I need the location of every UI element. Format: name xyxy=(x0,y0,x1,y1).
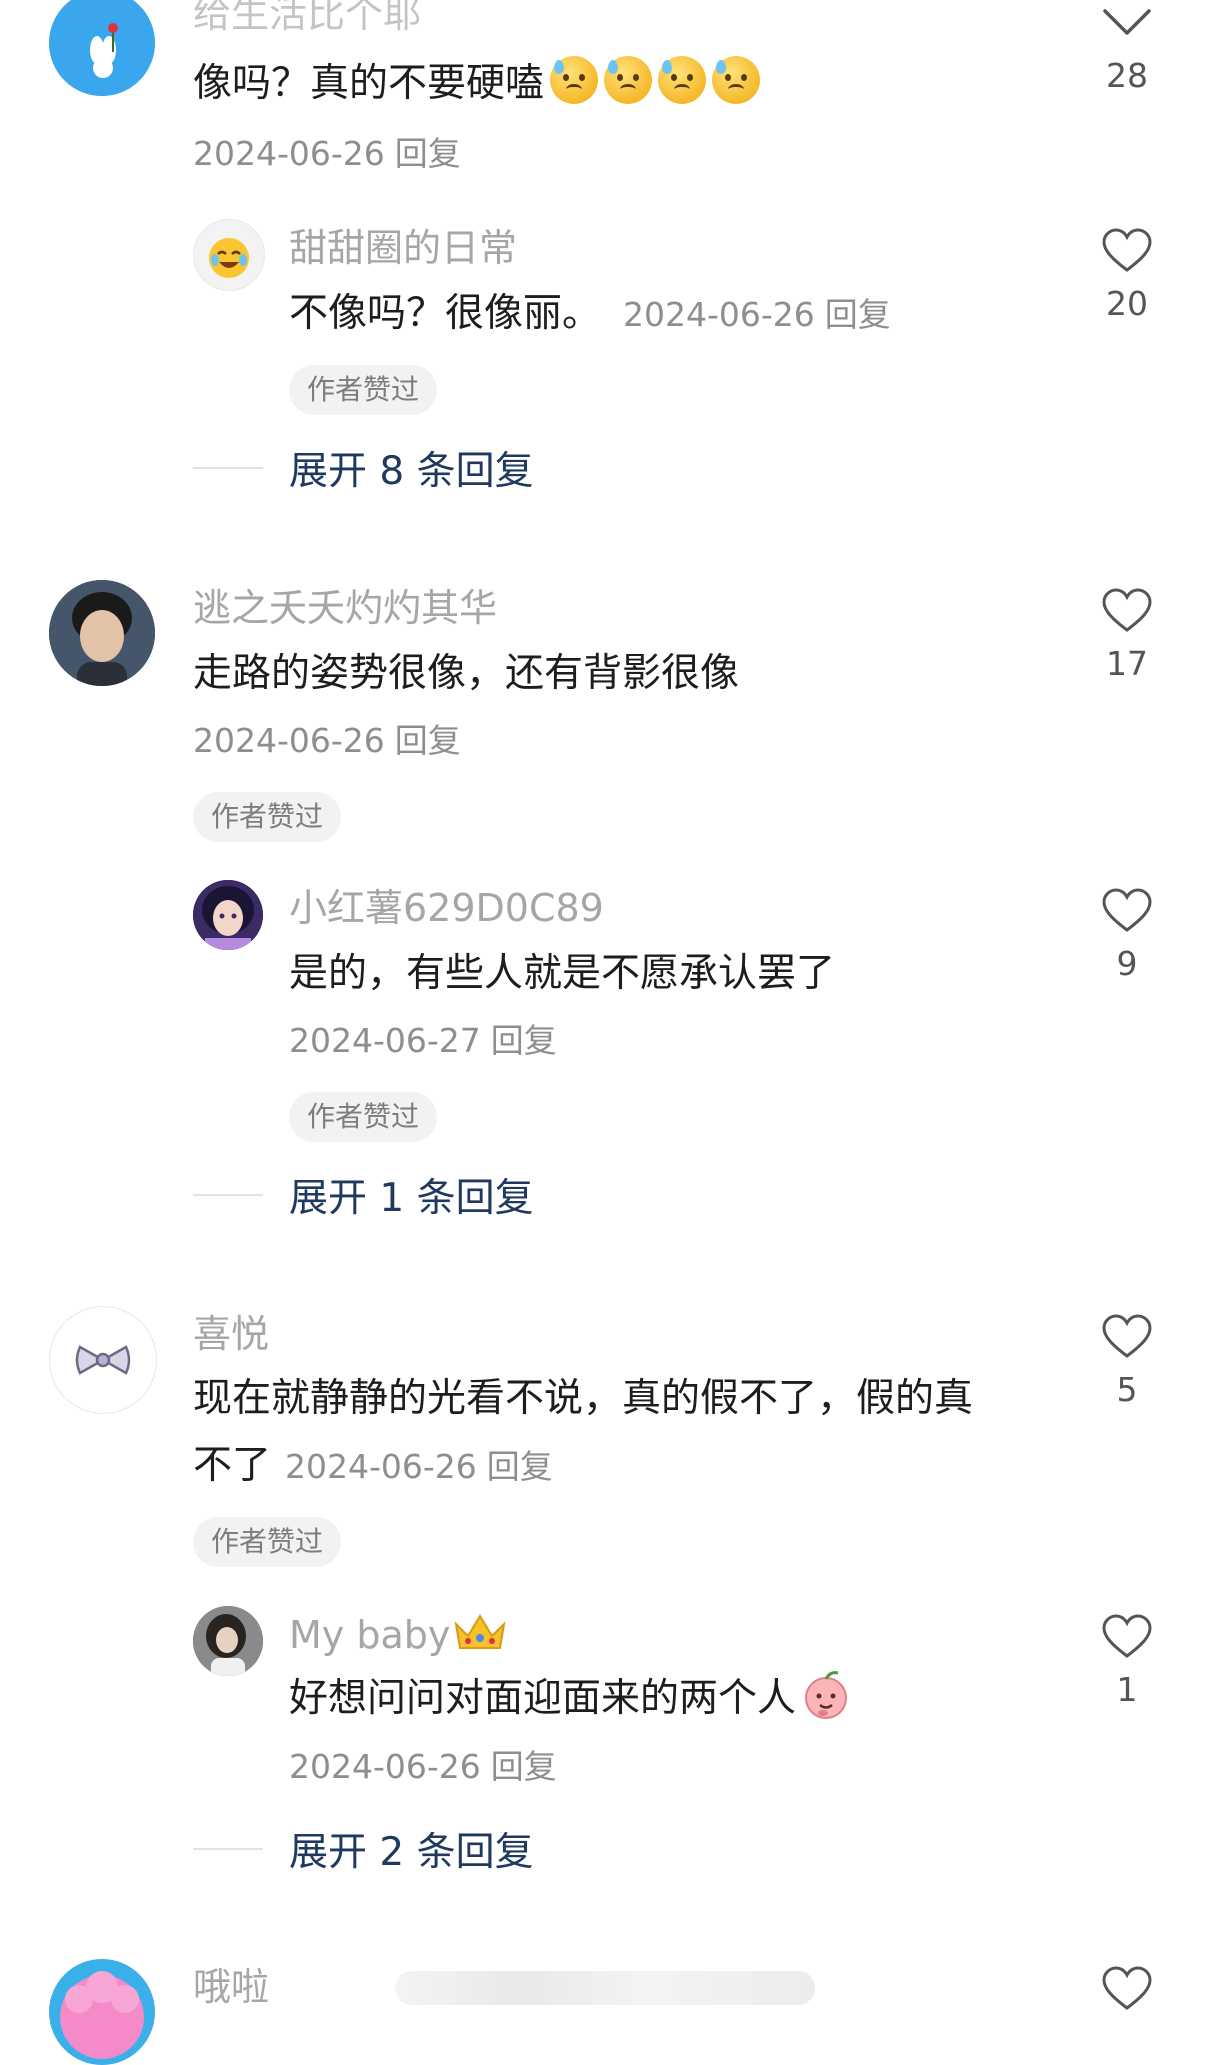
pink-fluffy-avatar-icon xyxy=(49,1959,155,2065)
anxious-sweat-emoji-icon xyxy=(658,56,707,104)
like-count: 5 xyxy=(1116,1370,1138,1409)
reply-button[interactable]: 回复 xyxy=(395,134,461,173)
divider xyxy=(193,467,263,469)
reply-date: 2024-06-27 xyxy=(289,1021,481,1060)
avatar[interactable] xyxy=(193,1606,263,1676)
like-count: 17 xyxy=(1106,644,1148,683)
expand-replies-button[interactable]: 展开 2 条回复 xyxy=(193,1819,534,1879)
laughing-emoji-avatar-icon xyxy=(209,238,249,278)
avatar[interactable] xyxy=(49,1959,155,2065)
reply-button[interactable]: 回复 xyxy=(487,1447,553,1486)
expand-replies-label: 展开 2 条回复 xyxy=(289,1830,534,1875)
comment-date: 2024-06-26 xyxy=(193,721,385,760)
bunny-avatar-icon xyxy=(49,0,155,96)
heart-icon xyxy=(1102,1614,1152,1658)
reply-text: 不像吗？很像丽。 2024-06-26 回复 xyxy=(289,281,891,348)
author-liked-badge: 作者赞过 xyxy=(289,1092,438,1142)
comment-username[interactable]: 喜悦 xyxy=(193,1310,269,1358)
comment-date: 2024-06-26 xyxy=(193,134,385,173)
avatar[interactable] xyxy=(49,580,155,686)
reply-text: 好想问问对面迎面来的两个人 xyxy=(289,1666,852,1732)
like-count: 1 xyxy=(1116,1670,1138,1709)
like-button[interactable]: 28 xyxy=(1097,5,1157,96)
anxious-sweat-emoji-icon xyxy=(712,56,761,104)
reply-username[interactable]: 甜甜圈的日常 xyxy=(289,224,517,272)
person-photo-avatar-icon xyxy=(49,580,155,686)
divider xyxy=(193,1194,263,1196)
comment-text-body: 像吗？真的不要硬嗑 xyxy=(193,61,545,106)
heart-icon xyxy=(1102,1314,1152,1358)
comment-text: 像吗？真的不要硬嗑 xyxy=(193,51,761,117)
heart-icon xyxy=(1102,1966,1152,2010)
expand-replies-button[interactable]: 展开 8 条回复 xyxy=(193,438,534,498)
like-button[interactable] xyxy=(1097,1966,1157,2012)
avatar[interactable] xyxy=(49,1306,157,1414)
avatar[interactable] xyxy=(193,880,263,950)
comment-username[interactable]: 哦啦 xyxy=(193,1963,269,2011)
heart-icon xyxy=(1102,588,1152,632)
reply-username-text: My baby xyxy=(289,1613,451,1657)
comment-date: 2024-06-26 xyxy=(285,1447,477,1486)
like-button[interactable]: 17 xyxy=(1097,588,1157,684)
comment-text: 走路的姿势很像，还有背影很像 xyxy=(193,651,740,696)
comment-text-body: 不了 xyxy=(193,1443,272,1488)
heart-icon xyxy=(1102,888,1152,932)
reply-username[interactable]: My baby xyxy=(289,1610,508,1659)
like-button[interactable]: 20 xyxy=(1097,228,1157,324)
anxious-sweat-emoji-icon xyxy=(604,56,653,104)
like-count: 28 xyxy=(1106,56,1148,95)
like-button[interactable]: 9 xyxy=(1097,888,1157,984)
author-liked-badge: 作者赞过 xyxy=(289,365,438,415)
divider xyxy=(193,1848,263,1850)
person-photo-avatar-icon xyxy=(193,1606,263,1676)
expand-replies-label: 展开 8 条回复 xyxy=(289,449,534,494)
expand-replies-button[interactable]: 展开 1 条回复 xyxy=(193,1165,534,1225)
comment-username[interactable]: 给生活比个耶 xyxy=(193,0,421,38)
reply-text-body: 好想问问对面迎面来的两个人 xyxy=(289,1676,797,1721)
reply-meta: 2024-06-26 回复 xyxy=(289,1745,557,1789)
comment-text-placeholder xyxy=(395,1971,815,2005)
anime-girl-avatar-icon xyxy=(193,880,263,950)
reply-date: 2024-06-26 xyxy=(623,295,815,334)
bow-avatar-icon xyxy=(75,1345,131,1375)
avatar[interactable] xyxy=(193,219,265,291)
reply-date: 2024-06-26 xyxy=(289,1747,481,1786)
reply-button[interactable]: 回复 xyxy=(825,295,891,334)
reply-button[interactable]: 回复 xyxy=(395,721,461,760)
chevron-down-icon xyxy=(1103,9,1151,35)
peach-face-emoji-icon xyxy=(805,1671,848,1719)
comment-meta: 2024-06-26 回复 xyxy=(193,132,461,176)
reply-meta: 2024-06-27 回复 xyxy=(289,1019,557,1063)
crown-icon xyxy=(454,1614,506,1649)
comment-meta: 2024-06-26 回复 xyxy=(193,719,461,763)
reply-text: 是的，有些人就是不愿承认罢了 xyxy=(289,951,836,996)
comment-text-line-2: 不了 2024-06-26 回复 xyxy=(193,1433,553,1500)
comment-meta: 2024-06-26 回复 xyxy=(285,1447,553,1486)
reply-username[interactable]: 小红薯629D0C89 xyxy=(289,884,604,932)
reply-meta: 2024-06-26 回复 xyxy=(623,295,891,334)
avatar[interactable] xyxy=(49,0,155,96)
heart-icon xyxy=(1102,228,1152,272)
author-liked-badge: 作者赞过 xyxy=(193,1517,342,1567)
anxious-sweat-emoji-icon xyxy=(550,56,599,104)
reply-button[interactable]: 回复 xyxy=(491,1021,557,1060)
expand-replies-label: 展开 1 条回复 xyxy=(289,1176,534,1221)
like-count: 20 xyxy=(1106,284,1148,323)
reply-button[interactable]: 回复 xyxy=(491,1747,557,1786)
comment-username[interactable]: 逃之夭夭灼灼其华 xyxy=(193,584,497,632)
like-button[interactable]: 5 xyxy=(1097,1314,1157,1410)
comment-text-line-1: 现在就静静的光看不说，真的假不了，假的真 xyxy=(193,1376,974,1421)
like-count: 9 xyxy=(1116,944,1138,983)
like-button[interactable]: 1 xyxy=(1097,1614,1157,1710)
reply-text-body: 不像吗？很像丽。 xyxy=(289,291,602,336)
author-liked-badge: 作者赞过 xyxy=(193,792,342,842)
